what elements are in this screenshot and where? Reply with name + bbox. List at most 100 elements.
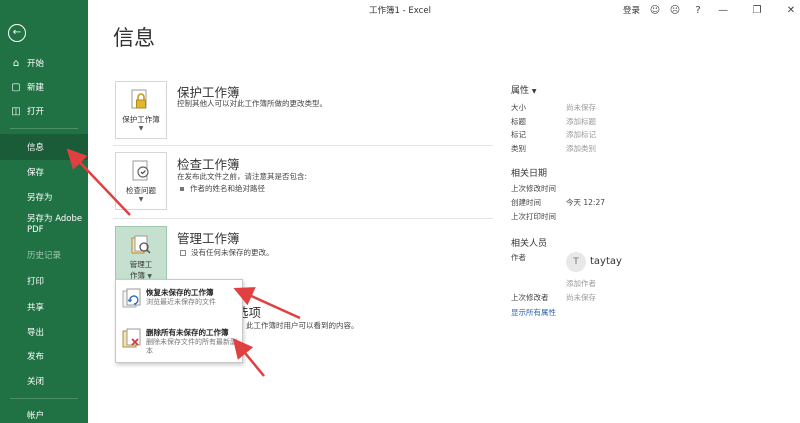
sidebar-item-close[interactable]: 关闭 (0, 368, 88, 394)
recover-unsaved-desc: 浏览最近未保存的文件 (146, 298, 216, 306)
manage-workbook-desc-text: 没有任何未保存的更改。 (191, 248, 274, 257)
recover-unsaved-title: 恢复未保存的工作簿 (146, 288, 214, 297)
delete-unsaved-title: 删除所有未保存的工作簿 (146, 328, 229, 337)
sidebar-item-save-as[interactable]: 另存为 (0, 184, 88, 210)
lock-icon (129, 88, 153, 112)
property-value-tags[interactable]: 添加标记 (566, 129, 596, 140)
sidebar-divider (10, 128, 78, 129)
properties-header[interactable]: 属性 ▼ (511, 83, 537, 96)
recover-unsaved-workbooks-item[interactable]: 恢复未保存的工作簿 浏览最近未保存的文件 (116, 282, 242, 320)
last-modified-by-label: 上次修改者 (511, 293, 549, 302)
manage-workbook-button[interactable]: 管理工 作簿 ▼ (115, 226, 167, 284)
inspect-bullet: 作者的姓名和绝对路径 (180, 183, 265, 194)
bullet-square-icon (180, 187, 184, 191)
show-all-properties-link[interactable]: 显示所有属性 (511, 307, 556, 318)
avatar: T (566, 252, 586, 272)
property-value-title[interactable]: 添加标题 (566, 116, 596, 127)
frown-feedback-icon[interactable]: ☹ (668, 3, 682, 17)
protect-workbook-button[interactable]: 保护工作簿 ▼ (115, 81, 167, 139)
sidebar-item-account[interactable]: 帐户 (0, 402, 88, 423)
dropdown-caret-icon: ▼ (138, 196, 144, 203)
browser-view-desc: 此工作簿时用户可以看到的内容。 (246, 321, 359, 330)
title-bar: 工作簿1 - Excel 登录 ☺ ☹ ? — ❐ ✕ (88, 0, 800, 22)
sidebar-item-label: 新建 (27, 83, 45, 93)
home-icon: ⌂ (12, 57, 20, 69)
delete-unsaved-workbooks-item[interactable]: 删除所有未保存的工作簿 删除未保存文件的所有最新副本 (116, 322, 242, 360)
back-arrow-icon[interactable]: ← (8, 24, 26, 42)
property-value-category[interactable]: 添加类别 (566, 143, 596, 154)
property-key-category: 类别 (511, 144, 526, 153)
sidebar-item-info[interactable]: 信息 (0, 134, 88, 160)
smile-feedback-icon[interactable]: ☺ (648, 3, 662, 17)
chevron-down-icon: ▼ (531, 88, 537, 95)
sidebar-item-label: 保存 (27, 168, 45, 178)
date-key-last-modified: 上次修改时间 (511, 184, 556, 193)
properties-header-label: 属性 (511, 86, 530, 96)
sidebar-item-label: 另存为 (27, 193, 53, 203)
delete-workbooks-icon (122, 328, 142, 350)
related-people-header: 相关人员 (511, 239, 548, 249)
property-key-size: 大小 (511, 103, 526, 112)
sidebar-item-save[interactable]: 保存 (0, 159, 88, 185)
sidebar-item-export[interactable]: 导出 (0, 319, 88, 345)
backstage-sidebar: ← ⌂ 开始 ▢ 新建 ◫ 打开 信息 保存 另存为 另存为 Adobe PDF… (0, 0, 88, 423)
sidebar-item-label: 打开 (27, 107, 45, 117)
check-for-issues-label: 检查问题 (126, 186, 156, 195)
dropdown-caret-icon: ▼ (138, 125, 144, 132)
recover-workbook-icon (122, 288, 142, 310)
date-value-created: 今天 12:27 (566, 198, 605, 207)
page-title: 信息 (113, 26, 155, 50)
sidebar-item-label: 导出 (27, 328, 45, 338)
folder-open-icon: ◫ (11, 105, 21, 117)
date-key-created: 创建时间 (511, 198, 541, 207)
sidebar-item-label: 另存为 Adobe PDF (27, 214, 83, 235)
author-name: taytay (590, 256, 622, 267)
inspect-document-icon (129, 159, 153, 183)
manage-workbook-title: 管理工作簿 (177, 231, 240, 246)
new-document-icon: ▢ (11, 81, 21, 93)
inspect-bullet-text: 作者的姓名和绝对路径 (190, 184, 265, 193)
author-label: 作者 (511, 253, 526, 262)
restore-icon[interactable]: ❐ (750, 3, 764, 17)
manage-workbook-icon (129, 233, 153, 257)
sidebar-item-save-as-pdf[interactable]: 另存为 Adobe PDF (0, 210, 88, 240)
sidebar-item-label: 发布 (27, 352, 45, 362)
manage-workbook-dropdown: 恢复未保存的工作簿 浏览最近未保存的文件 删除所有未保存的工作簿 删除未保存文件… (115, 279, 243, 363)
protect-workbook-desc: 控制其他人可以对此工作簿所做的更改类型。 (177, 99, 327, 108)
property-key-tags: 标记 (511, 130, 526, 139)
section-divider (113, 145, 493, 146)
add-author-link[interactable]: 添加作者 (566, 278, 596, 289)
sidebar-item-label: 开始 (27, 59, 45, 69)
sidebar-item-label: 信息 (27, 143, 45, 153)
sidebar-item-history: 历史记录 (0, 242, 88, 268)
help-icon[interactable]: ? (691, 3, 705, 17)
close-window-icon[interactable]: ✕ (784, 3, 798, 17)
sidebar-item-new[interactable]: ▢ 新建 (0, 74, 88, 100)
sidebar-item-home[interactable]: ⌂ 开始 (0, 50, 88, 76)
date-key-last-printed: 上次打印时间 (511, 212, 556, 221)
sidebar-item-label: 关闭 (27, 377, 45, 387)
sidebar-item-open[interactable]: ◫ 打开 (0, 98, 88, 124)
sidebar-item-label: 打印 (27, 277, 45, 287)
protect-workbook-button-label: 保护工作簿 (122, 115, 160, 124)
sign-in-link[interactable]: 登录 (623, 4, 640, 16)
sidebar-item-label: 帐户 (27, 411, 45, 421)
manage-workbook-label-1: 管理工 (129, 260, 153, 269)
sidebar-item-publish[interactable]: 发布 (0, 343, 88, 369)
manage-workbook-desc: 没有任何未保存的更改。 (180, 247, 274, 258)
status-box-icon (180, 250, 186, 256)
window-title: 工作簿1 - Excel (369, 6, 431, 16)
sidebar-divider (10, 398, 78, 399)
minimize-icon[interactable]: — (716, 3, 730, 17)
inspect-workbook-desc: 在发布此文件之前，请注意其是否包含: (177, 172, 308, 181)
section-divider (113, 218, 493, 219)
property-value-size: 尚未保存 (566, 103, 596, 112)
related-dates-header: 相关日期 (511, 169, 548, 179)
delete-unsaved-desc: 删除未保存文件的所有最新副本 (146, 338, 237, 355)
sidebar-item-label: 共享 (27, 303, 45, 313)
sidebar-item-share[interactable]: 共享 (0, 294, 88, 320)
check-for-issues-button[interactable]: 检查问题 ▼ (115, 152, 167, 210)
sidebar-item-label: 历史记录 (27, 251, 62, 261)
sidebar-item-print[interactable]: 打印 (0, 268, 88, 294)
property-key-title: 标题 (511, 117, 526, 126)
